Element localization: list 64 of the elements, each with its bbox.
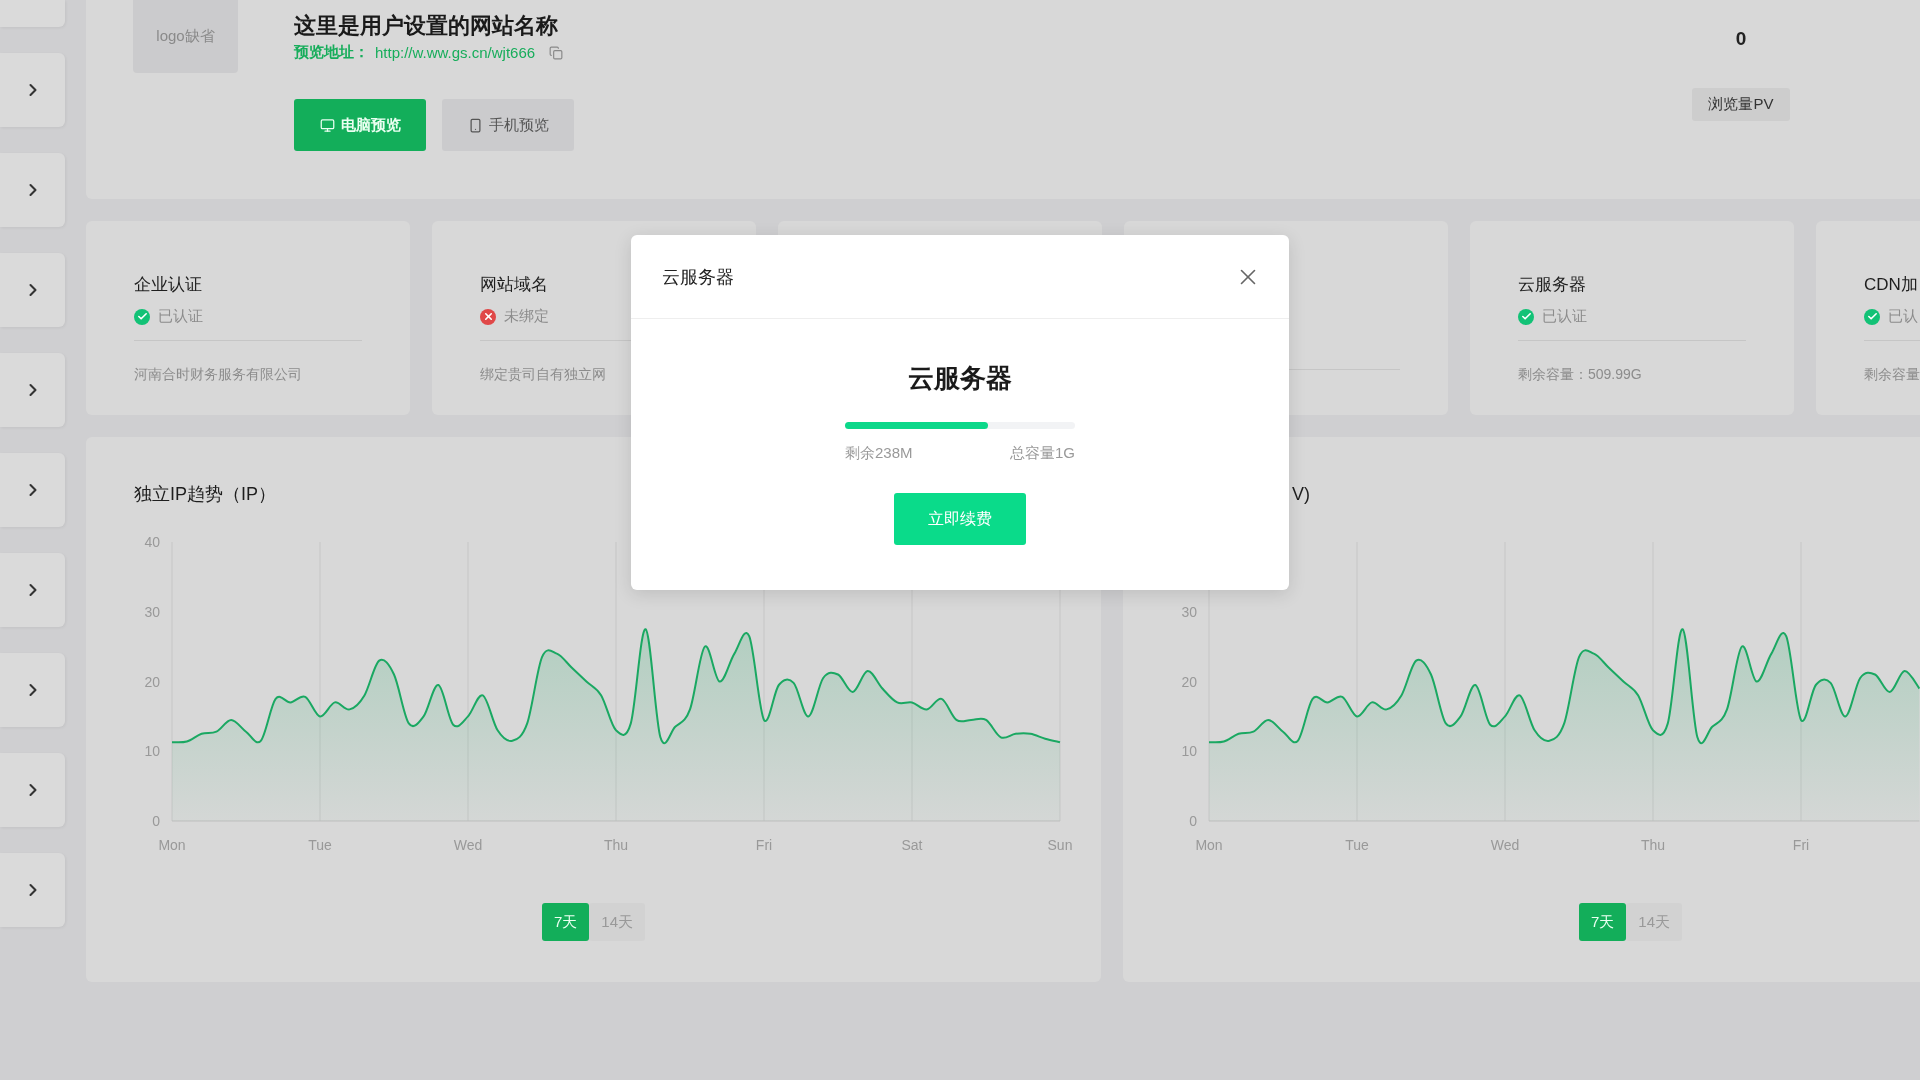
axis-label: Thu: [1640, 837, 1666, 853]
axis-label: 20: [1181, 673, 1197, 690]
axis-label: Fri: [1792, 837, 1810, 853]
axis-label: 40: [144, 534, 160, 550]
axis-label: 0: [1189, 813, 1197, 829]
axis-label: Fri: [755, 837, 773, 853]
preview-url[interactable]: http://w.ww.gs.cn/wjt666: [375, 44, 536, 61]
card-description: 剩余容量：509.99G: [1518, 366, 1642, 384]
renew-button[interactable]: 立即续费: [894, 493, 1026, 545]
card-title: 云服务器: [1518, 274, 1586, 296]
logo: logo缺省: [133, 0, 238, 73]
axis-label: 10: [1181, 743, 1197, 760]
url-label: 预览地址：: [294, 43, 369, 62]
axis-label: Tue: [1345, 837, 1369, 853]
axis-label: Mon: [1195, 837, 1223, 853]
axis-label: Sun: [1047, 837, 1073, 853]
stat-value: 0: [1735, 28, 1747, 50]
card-description: 河南合时财务服务有限公司: [134, 366, 302, 384]
chart-title: V): [1292, 483, 1310, 506]
axis-label: 10: [144, 743, 160, 760]
chart-title: 独立IP趋势（IP）: [134, 483, 276, 506]
axis-label: 30: [144, 603, 160, 620]
expand-button[interactable]: [0, 253, 65, 327]
total-text: 总容量1G: [1010, 444, 1075, 463]
axis-label: 20: [144, 673, 160, 690]
stat-label: 浏览量PV: [1692, 88, 1790, 121]
preview-button[interactable]: 手机预览: [442, 99, 574, 151]
axis-label: Sat: [901, 837, 923, 853]
expand-button[interactable]: [0, 153, 65, 227]
card-description: 剩余容量: [1864, 366, 1920, 384]
axis-label: Wed: [1490, 837, 1520, 853]
status-text: 已认证: [1542, 307, 1587, 326]
dialog-title: 云服务器: [662, 265, 734, 289]
status-text: 已认: [1888, 307, 1918, 326]
axis-label: Thu: [603, 837, 629, 853]
range-tab[interactable]: 14天: [589, 903, 645, 941]
axis-label: 30: [1181, 603, 1197, 620]
axis-label: 0: [152, 813, 160, 829]
range-tab[interactable]: 7天: [1579, 903, 1627, 941]
copy-icon[interactable]: [549, 45, 564, 60]
expand-button[interactable]: [0, 753, 65, 827]
card-title: 企业认证: [134, 274, 202, 296]
status-text: 未绑定: [504, 307, 549, 326]
card-title: CDN加: [1864, 274, 1918, 296]
dialog-heading: 云服务器: [908, 362, 1012, 395]
axis-label: Wed: [453, 837, 483, 853]
card-title: 网站域名: [480, 274, 548, 296]
card-description: 绑定贵司自有独立网: [480, 366, 606, 384]
expand-button[interactable]: [0, 53, 65, 127]
expand-button[interactable]: [0, 653, 65, 727]
preview-button[interactable]: 电脑预览: [294, 99, 426, 151]
expand-button[interactable]: [0, 353, 65, 427]
expand-button[interactable]: [0, 853, 65, 927]
range-tab[interactable]: 14天: [1626, 903, 1682, 941]
remaining-text: 剩余238M: [845, 444, 913, 463]
axis-label: Tue: [308, 837, 332, 853]
range-tab[interactable]: 7天: [542, 903, 590, 941]
site-title: 这里是用户设置的网站名称: [294, 12, 559, 39]
status-text: 已认证: [158, 307, 203, 326]
monitor-icon: [319, 117, 335, 133]
axis-label: Mon: [158, 837, 186, 853]
expand-button[interactable]: [0, 553, 65, 627]
phone-icon: [467, 117, 483, 133]
expand-button[interactable]: [0, 453, 65, 527]
